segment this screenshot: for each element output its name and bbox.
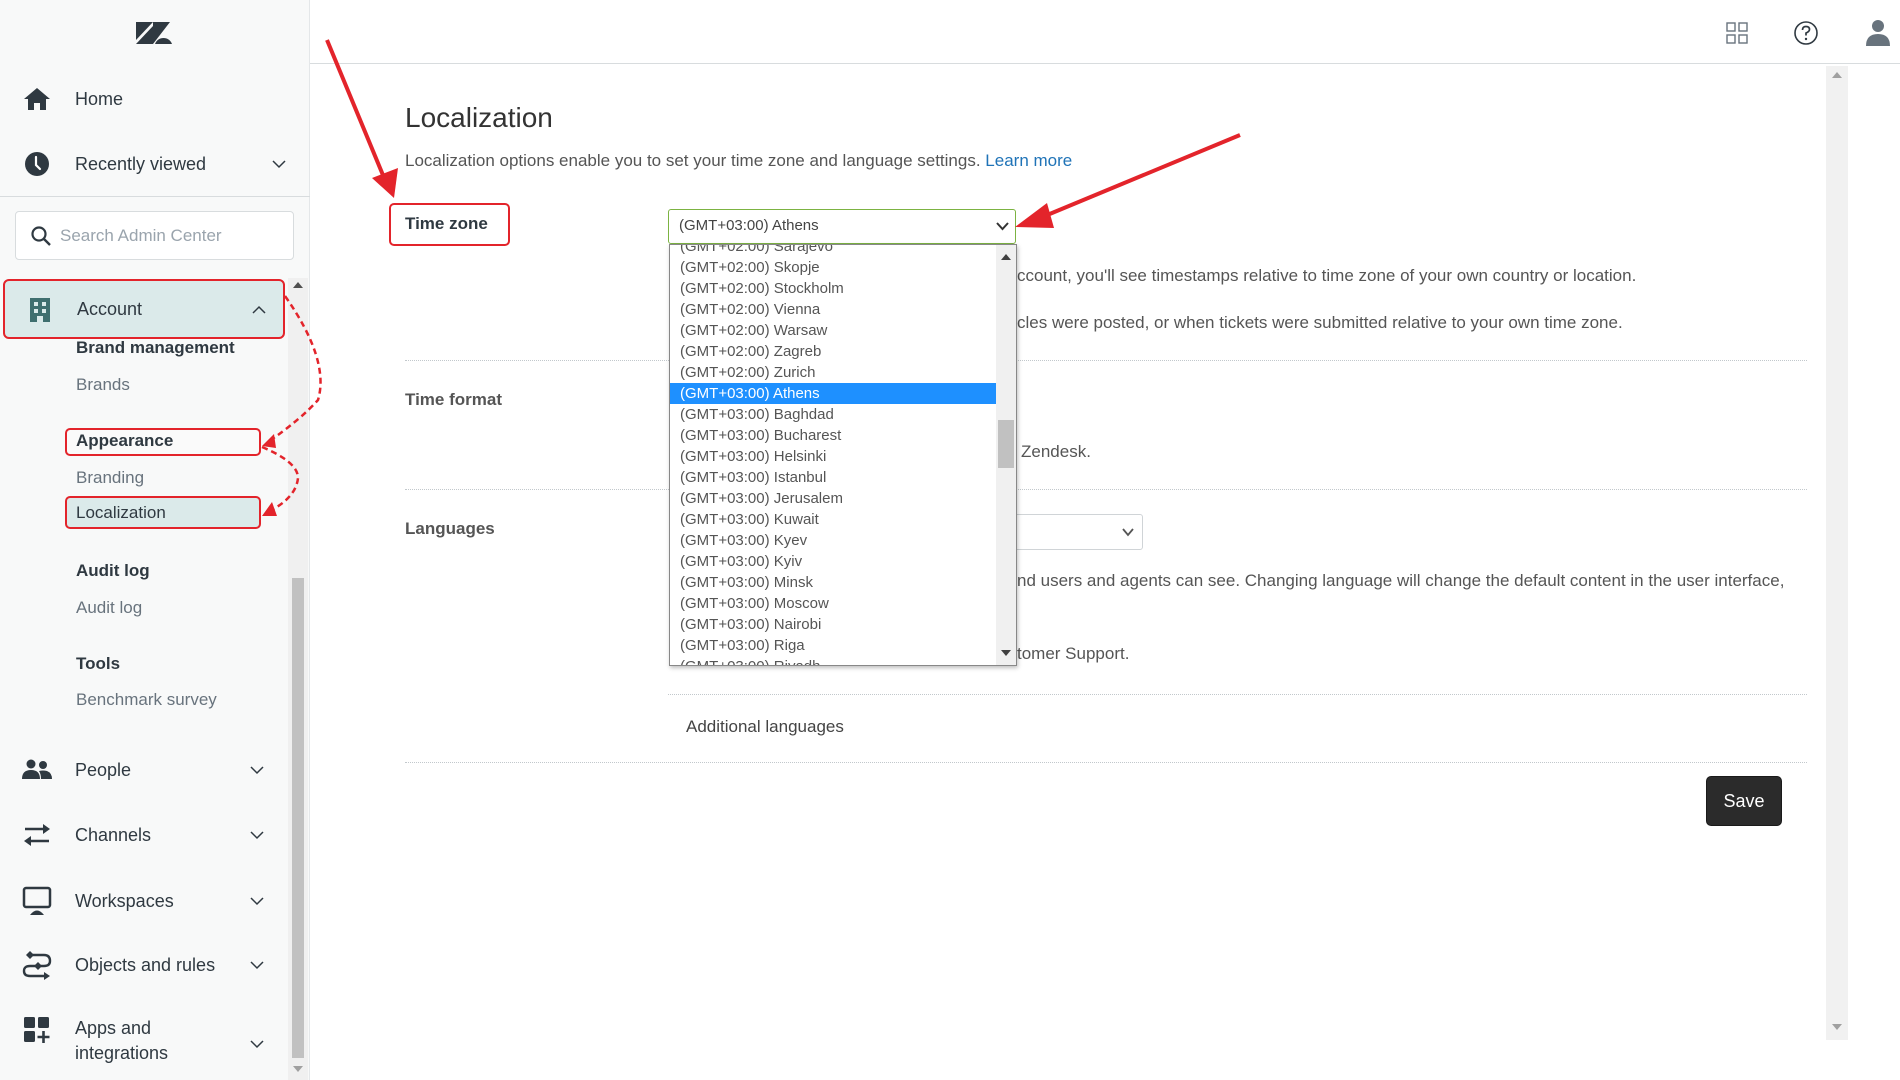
- additional-languages-label[interactable]: Additional languages: [686, 717, 844, 737]
- dropdown-scroll-thumb[interactable]: [998, 420, 1014, 468]
- time-zone-option[interactable]: (GMT+03:00) Moscow: [670, 593, 997, 614]
- scroll-down-arrow-icon[interactable]: [1832, 1024, 1842, 1030]
- scroll-up-arrow-icon[interactable]: [293, 282, 303, 288]
- time-zone-option[interactable]: (GMT+03:00) Athens: [670, 383, 997, 404]
- time-zone-label: Time zone: [405, 214, 488, 233]
- subnav-heading-appearance: Appearance: [76, 431, 174, 450]
- help-icon[interactable]: [1793, 20, 1819, 46]
- search-box[interactable]: [15, 211, 294, 260]
- search-icon: [31, 226, 51, 246]
- time-zone-option[interactable]: (GMT+03:00) Istanbul: [670, 467, 997, 488]
- page-intro: Localization options enable you to set y…: [405, 151, 1073, 170]
- time-format-label: Time format: [405, 390, 502, 409]
- chevron-down-icon[interactable]: [250, 958, 264, 972]
- chevron-down-icon: [1122, 528, 1134, 537]
- time-zone-option[interactable]: (GMT+03:00) Bucharest: [670, 425, 997, 446]
- annotation-arrow-to-dropdown: [1015, 133, 1241, 228]
- chevron-down-icon[interactable]: [272, 157, 286, 171]
- subnav-item-audit-log[interactable]: Audit log: [76, 598, 142, 618]
- nav-apps-and-integrations[interactable]: Apps and integrations: [0, 1013, 285, 1069]
- scroll-down-arrow-icon[interactable]: [293, 1066, 303, 1072]
- time-zone-option[interactable]: (GMT+02:00) Zagreb: [670, 341, 997, 362]
- save-button[interactable]: Save: [1706, 776, 1782, 826]
- building-icon: [30, 298, 50, 322]
- time-zone-option[interactable]: (GMT+02:00) Zurich: [670, 362, 997, 383]
- workspaces-icon: [22, 886, 52, 916]
- time-zone-option[interactable]: (GMT+03:00) Minsk: [670, 572, 997, 593]
- subnav-heading-audit-log: Audit log: [76, 561, 150, 580]
- time-zone-option[interactable]: (GMT+02:00) Skopje: [670, 257, 997, 278]
- sidebar-scrollbar[interactable]: [288, 278, 308, 1080]
- clock-icon: [22, 149, 52, 179]
- subnav-item-branding[interactable]: Branding: [76, 468, 144, 488]
- scroll-down-arrow-icon[interactable]: [1001, 650, 1011, 656]
- user-avatar-icon[interactable]: [1863, 18, 1893, 48]
- time-zone-option[interactable]: (GMT+02:00) Stockholm: [670, 278, 997, 299]
- subnav-item-benchmark-survey[interactable]: Benchmark survey: [76, 690, 217, 710]
- sidebar-scroll-thumb[interactable]: [292, 578, 304, 1058]
- time-zone-select[interactable]: (GMT+03:00) Athens: [668, 209, 1016, 244]
- home-icon: [22, 84, 52, 114]
- scroll-up-arrow-icon[interactable]: [1832, 72, 1842, 78]
- subnav-item-localization[interactable]: Localization: [76, 503, 166, 523]
- subnav-heading-brand-management: Brand management: [76, 338, 235, 357]
- time-zone-option[interactable]: (GMT+03:00) Riga: [670, 635, 997, 656]
- nav-account[interactable]: Account: [3, 279, 285, 339]
- products-grid-icon[interactable]: [1724, 20, 1750, 46]
- objects-rules-icon: [22, 950, 52, 980]
- nav-people[interactable]: People: [0, 745, 285, 795]
- nav-workspaces[interactable]: Workspaces: [0, 876, 285, 926]
- section-divider: [668, 694, 1807, 695]
- nav-home[interactable]: Home: [0, 74, 310, 124]
- time-zone-option[interactable]: (GMT+03:00) Nairobi: [670, 614, 997, 635]
- time-zone-option[interactable]: (GMT+03:00) Helsinki: [670, 446, 997, 467]
- sidebar: Home Recently viewed Account Brand manag…: [0, 0, 310, 1080]
- apps-icon: [22, 1015, 52, 1045]
- time-zone-option[interactable]: (GMT+03:00) Jerusalem: [670, 488, 997, 509]
- time-zone-option[interactable]: (GMT+03:00) Kyev: [670, 530, 997, 551]
- time-zone-options: (GMT+02:00) Sarajevo (GMT+02:00) Skopje (G…: [670, 245, 997, 665]
- time-format-description: Zendesk.: [1021, 442, 1091, 461]
- search-input[interactable]: [60, 222, 280, 250]
- language-select[interactable]: [1000, 514, 1143, 550]
- chevron-up-icon[interactable]: [252, 303, 266, 317]
- time-zone-dropdown-list[interactable]: (GMT+02:00) Sarajevo (GMT+02:00) Skopje (G…: [669, 244, 1017, 666]
- scroll-up-arrow-icon[interactable]: [1001, 254, 1011, 260]
- languages-label: Languages: [405, 519, 495, 538]
- channels-icon: [22, 820, 52, 850]
- chevron-down-icon[interactable]: [250, 1037, 264, 1051]
- time-zone-option[interactable]: (GMT+03:00) Riyadh: [670, 656, 997, 665]
- learn-more-link[interactable]: Learn more: [985, 151, 1072, 170]
- chevron-down-icon[interactable]: [250, 828, 264, 842]
- time-zone-option[interactable]: (GMT+03:00) Kyiv: [670, 551, 997, 572]
- languages-description-1: nd users and agents can see. Changing la…: [1017, 571, 1785, 590]
- people-icon: [22, 755, 52, 785]
- main-scrollbar[interactable]: [1826, 66, 1848, 1040]
- divider: [0, 196, 310, 197]
- dropdown-scrollbar[interactable]: [996, 245, 1016, 665]
- nav-channels[interactable]: Channels: [0, 810, 285, 860]
- time-zone-option[interactable]: (GMT+03:00) Baghdad: [670, 404, 997, 425]
- page-title: Localization: [405, 102, 553, 133]
- section-divider: [405, 762, 1807, 763]
- time-zone-description-2: cles were posted, or when tickets were s…: [1017, 313, 1623, 332]
- chevron-down-icon[interactable]: [250, 763, 264, 777]
- time-zone-description-1: ccount, you'll see timestamps relative t…: [1017, 266, 1637, 285]
- subnav-item-brands[interactable]: Brands: [76, 375, 130, 395]
- chevron-down-icon[interactable]: [250, 894, 264, 908]
- nav-objects-and-rules[interactable]: Objects and rules: [0, 940, 285, 990]
- subnav-heading-tools: Tools: [76, 654, 121, 673]
- section-divider: [405, 360, 1807, 361]
- time-zone-option[interactable]: (GMT+02:00) Sarajevo: [670, 245, 997, 257]
- languages-description-2: tomer Support.: [1017, 644, 1130, 663]
- section-divider: [405, 489, 1807, 490]
- top-bar: [310, 0, 1900, 64]
- time-zone-option[interactable]: (GMT+02:00) Vienna: [670, 299, 997, 320]
- zendesk-logo-icon[interactable]: [134, 18, 174, 48]
- time-zone-option[interactable]: (GMT+02:00) Warsaw: [670, 320, 997, 341]
- chevron-down-icon: [996, 222, 1009, 231]
- time-zone-option[interactable]: (GMT+03:00) Kuwait: [670, 509, 997, 530]
- nav-recently-viewed[interactable]: Recently viewed: [0, 139, 310, 189]
